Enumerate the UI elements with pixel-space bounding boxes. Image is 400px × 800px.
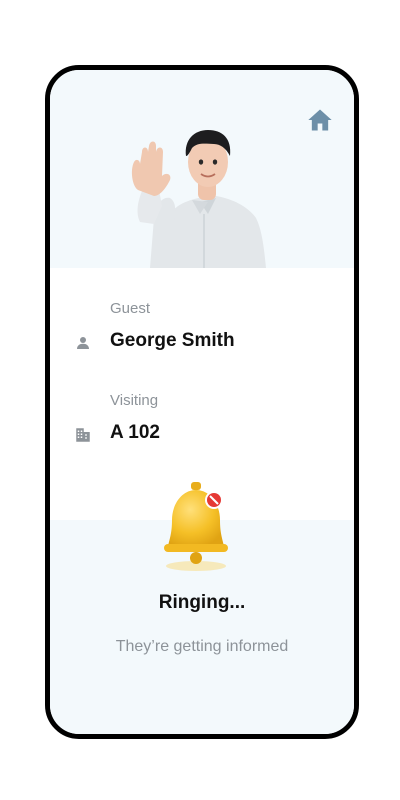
guest-name: George Smith: [110, 330, 235, 351]
visiting-unit: A 102: [110, 422, 160, 443]
person-icon: [77, 337, 89, 349]
building-icon: [76, 428, 90, 442]
guest-avatar: [131, 130, 266, 268]
phone-frame: Guest George Smith Visiting A 102 Ringin…: [45, 65, 359, 739]
guest-label: Guest: [110, 300, 151, 317]
ringing-status: Ringing...: [158, 592, 246, 613]
status-subtitle: They’re getting informed: [115, 638, 289, 655]
bell-icon: [164, 482, 228, 571]
hero-section: [50, 70, 354, 268]
home-button[interactable]: [306, 106, 334, 134]
home-icon: [308, 109, 332, 131]
visiting-label: Visiting: [110, 392, 159, 409]
